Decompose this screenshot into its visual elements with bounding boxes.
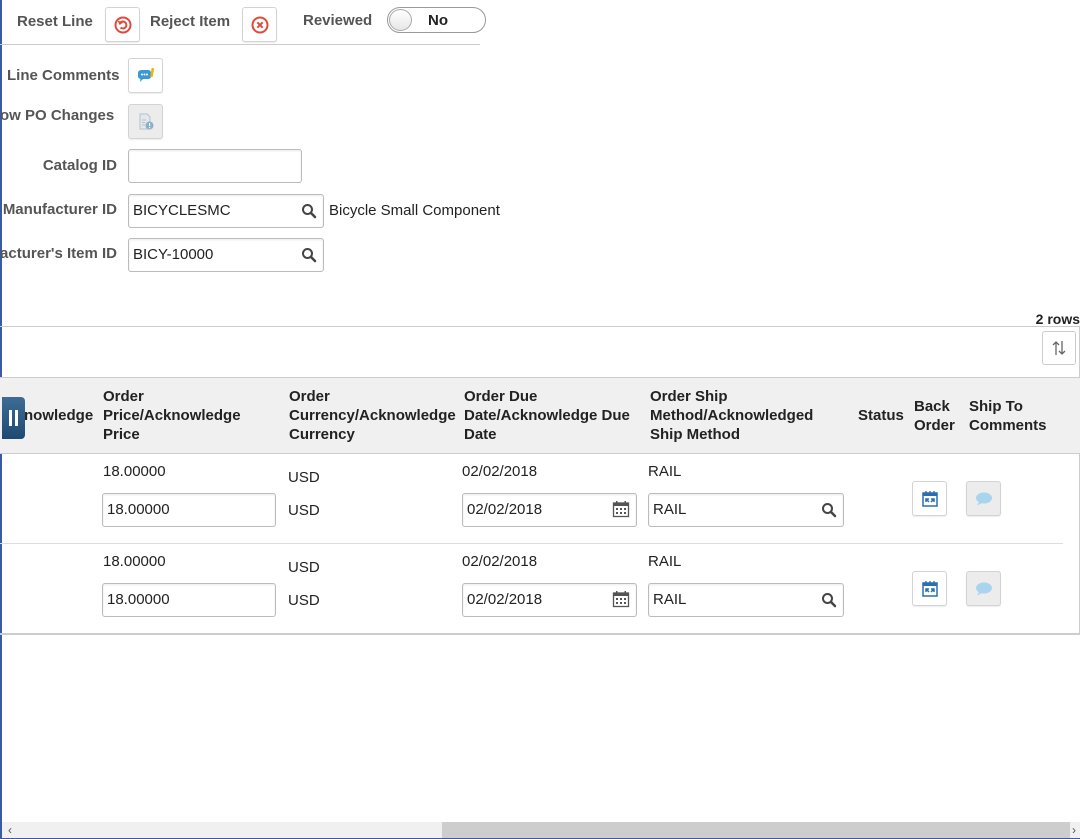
header-line: Price bbox=[103, 426, 140, 443]
order-due-date: 02/02/2018 bbox=[462, 463, 538, 480]
ack-ship-method-input[interactable]: RAIL bbox=[648, 583, 844, 617]
order-due-date: 02/02/2018 bbox=[462, 553, 538, 570]
column-header-acknowledge: nowledge bbox=[24, 407, 94, 424]
header-line: Currency/Acknowledge bbox=[289, 407, 456, 424]
sort-arrows-icon bbox=[1052, 341, 1066, 355]
back-order-button[interactable] bbox=[912, 571, 947, 606]
document-info-icon bbox=[139, 113, 153, 129]
header-line: Back bbox=[914, 398, 950, 415]
comment-icon bbox=[975, 492, 992, 505]
catalog-id-label: Catalog ID bbox=[42, 157, 117, 174]
reset-line-label: Reset Line bbox=[17, 13, 93, 30]
column-header-back-order: Back Order bbox=[914, 397, 955, 435]
ack-price-value: 18.00000 bbox=[107, 501, 170, 518]
scroll-left-arrow-icon[interactable]: ‹ bbox=[8, 822, 12, 838]
back-order-calendar-icon bbox=[921, 580, 938, 597]
header-line: Date bbox=[464, 426, 497, 443]
show-po-changes-button[interactable] bbox=[128, 104, 163, 139]
ack-currency: USD bbox=[288, 592, 320, 609]
ack-ship-method-value: RAIL bbox=[653, 501, 687, 518]
column-header-order-price: Order Price/Acknowledge Price bbox=[103, 387, 241, 444]
line-comments-label: Line Comments bbox=[7, 67, 120, 84]
ack-price-input[interactable]: 18.00000 bbox=[102, 583, 276, 617]
ack-due-date-input[interactable]: 02/02/2018 bbox=[462, 493, 637, 527]
scrollbar-thumb[interactable] bbox=[442, 822, 1070, 838]
ack-price-value: 18.00000 bbox=[107, 591, 170, 608]
ack-due-date-value: 02/02/2018 bbox=[467, 591, 543, 608]
row-count: 2 rows bbox=[1035, 311, 1080, 327]
header-line: Ship Method bbox=[650, 426, 740, 443]
row-divider bbox=[0, 543, 1063, 544]
scroll-right-arrow-icon[interactable]: › bbox=[1072, 822, 1076, 838]
header-line: Price/Acknowledge bbox=[103, 407, 241, 424]
header-line: Comments bbox=[969, 417, 1047, 434]
search-icon[interactable] bbox=[821, 592, 837, 608]
ship-to-comments-button[interactable] bbox=[966, 571, 1001, 606]
header-line: Order bbox=[914, 417, 955, 434]
manufacturer-item-id-input[interactable]: BICY-10000 bbox=[128, 238, 324, 272]
column-header-status: Status bbox=[858, 407, 904, 424]
manufacturer-id-input[interactable]: BICYCLESMC bbox=[128, 194, 324, 228]
catalog-id-input[interactable] bbox=[128, 149, 302, 183]
ack-price-input[interactable]: 18.00000 bbox=[102, 493, 276, 527]
manufacturer-item-id-value: BICY-10000 bbox=[133, 246, 214, 263]
search-icon[interactable] bbox=[301, 203, 317, 219]
manufacturer-description: Bicycle Small Component bbox=[329, 202, 500, 219]
horizontal-scrollbar[interactable]: ‹ › bbox=[2, 822, 1080, 838]
header-line: Method/Acknowledged bbox=[650, 407, 814, 424]
calendar-icon[interactable] bbox=[612, 590, 630, 608]
header-line: Ship To bbox=[969, 398, 1023, 415]
order-currency: USD bbox=[288, 559, 320, 576]
toolbar-divider bbox=[0, 44, 480, 45]
reviewed-label: Reviewed bbox=[303, 12, 373, 29]
column-header-order-due-date: Order Due Date/Acknowledge Due Date bbox=[464, 387, 630, 444]
reviewed-toggle-value: No bbox=[428, 12, 448, 29]
line-comments-button[interactable] bbox=[128, 58, 163, 93]
reject-item-button[interactable] bbox=[242, 7, 277, 42]
search-icon[interactable] bbox=[821, 502, 837, 518]
freeze-column-handle[interactable] bbox=[2, 397, 25, 439]
order-currency: USD bbox=[288, 469, 320, 486]
manufacturer-id-label: Manufacturer ID bbox=[2, 201, 117, 218]
order-ship-method: RAIL bbox=[648, 553, 682, 570]
order-price: 18.00000 bbox=[103, 463, 166, 480]
manufacturer-id-value: BICYCLESMC bbox=[133, 202, 231, 219]
calendar-icon[interactable] bbox=[612, 500, 630, 518]
ack-currency: USD bbox=[288, 502, 320, 519]
reset-icon bbox=[114, 16, 131, 33]
header-line: Order Ship bbox=[650, 388, 728, 405]
ack-ship-method-input[interactable]: RAIL bbox=[648, 493, 844, 527]
comment-edit-icon bbox=[137, 67, 154, 82]
search-icon[interactable] bbox=[301, 247, 317, 263]
header-line: Currency bbox=[289, 426, 355, 443]
column-header-ship-to-comments: Ship To Comments bbox=[969, 397, 1047, 435]
manufacturer-item-id-label: acturer's Item ID bbox=[0, 245, 117, 262]
reviewed-toggle[interactable]: No bbox=[387, 7, 486, 33]
ack-ship-method-value: RAIL bbox=[653, 591, 687, 608]
header-line: Date/Acknowledge Due bbox=[464, 407, 630, 424]
toggle-knob bbox=[389, 9, 412, 31]
ship-to-comments-button[interactable] bbox=[966, 481, 1001, 516]
order-ship-method: RAIL bbox=[648, 463, 682, 480]
header-line: Order bbox=[289, 388, 330, 405]
column-header-order-currency: Order Currency/Acknowledge Currency bbox=[289, 387, 456, 444]
back-order-calendar-icon bbox=[921, 490, 938, 507]
back-order-button[interactable] bbox=[912, 481, 947, 516]
show-po-changes-label: ow PO Changes bbox=[0, 107, 115, 124]
column-header-order-ship-method: Order Ship Method/Acknowledged Ship Meth… bbox=[650, 387, 813, 444]
ack-due-date-value: 02/02/2018 bbox=[467, 501, 543, 518]
reject-icon bbox=[251, 16, 268, 33]
ack-due-date-input[interactable]: 02/02/2018 bbox=[462, 583, 637, 617]
sort-button[interactable] bbox=[1042, 331, 1076, 365]
header-line: Order Due bbox=[464, 388, 538, 405]
reject-item-label: Reject Item bbox=[150, 13, 231, 30]
comment-icon bbox=[975, 582, 992, 595]
reset-line-button[interactable] bbox=[105, 7, 140, 42]
header-line: Order bbox=[103, 388, 144, 405]
order-price: 18.00000 bbox=[103, 553, 166, 570]
